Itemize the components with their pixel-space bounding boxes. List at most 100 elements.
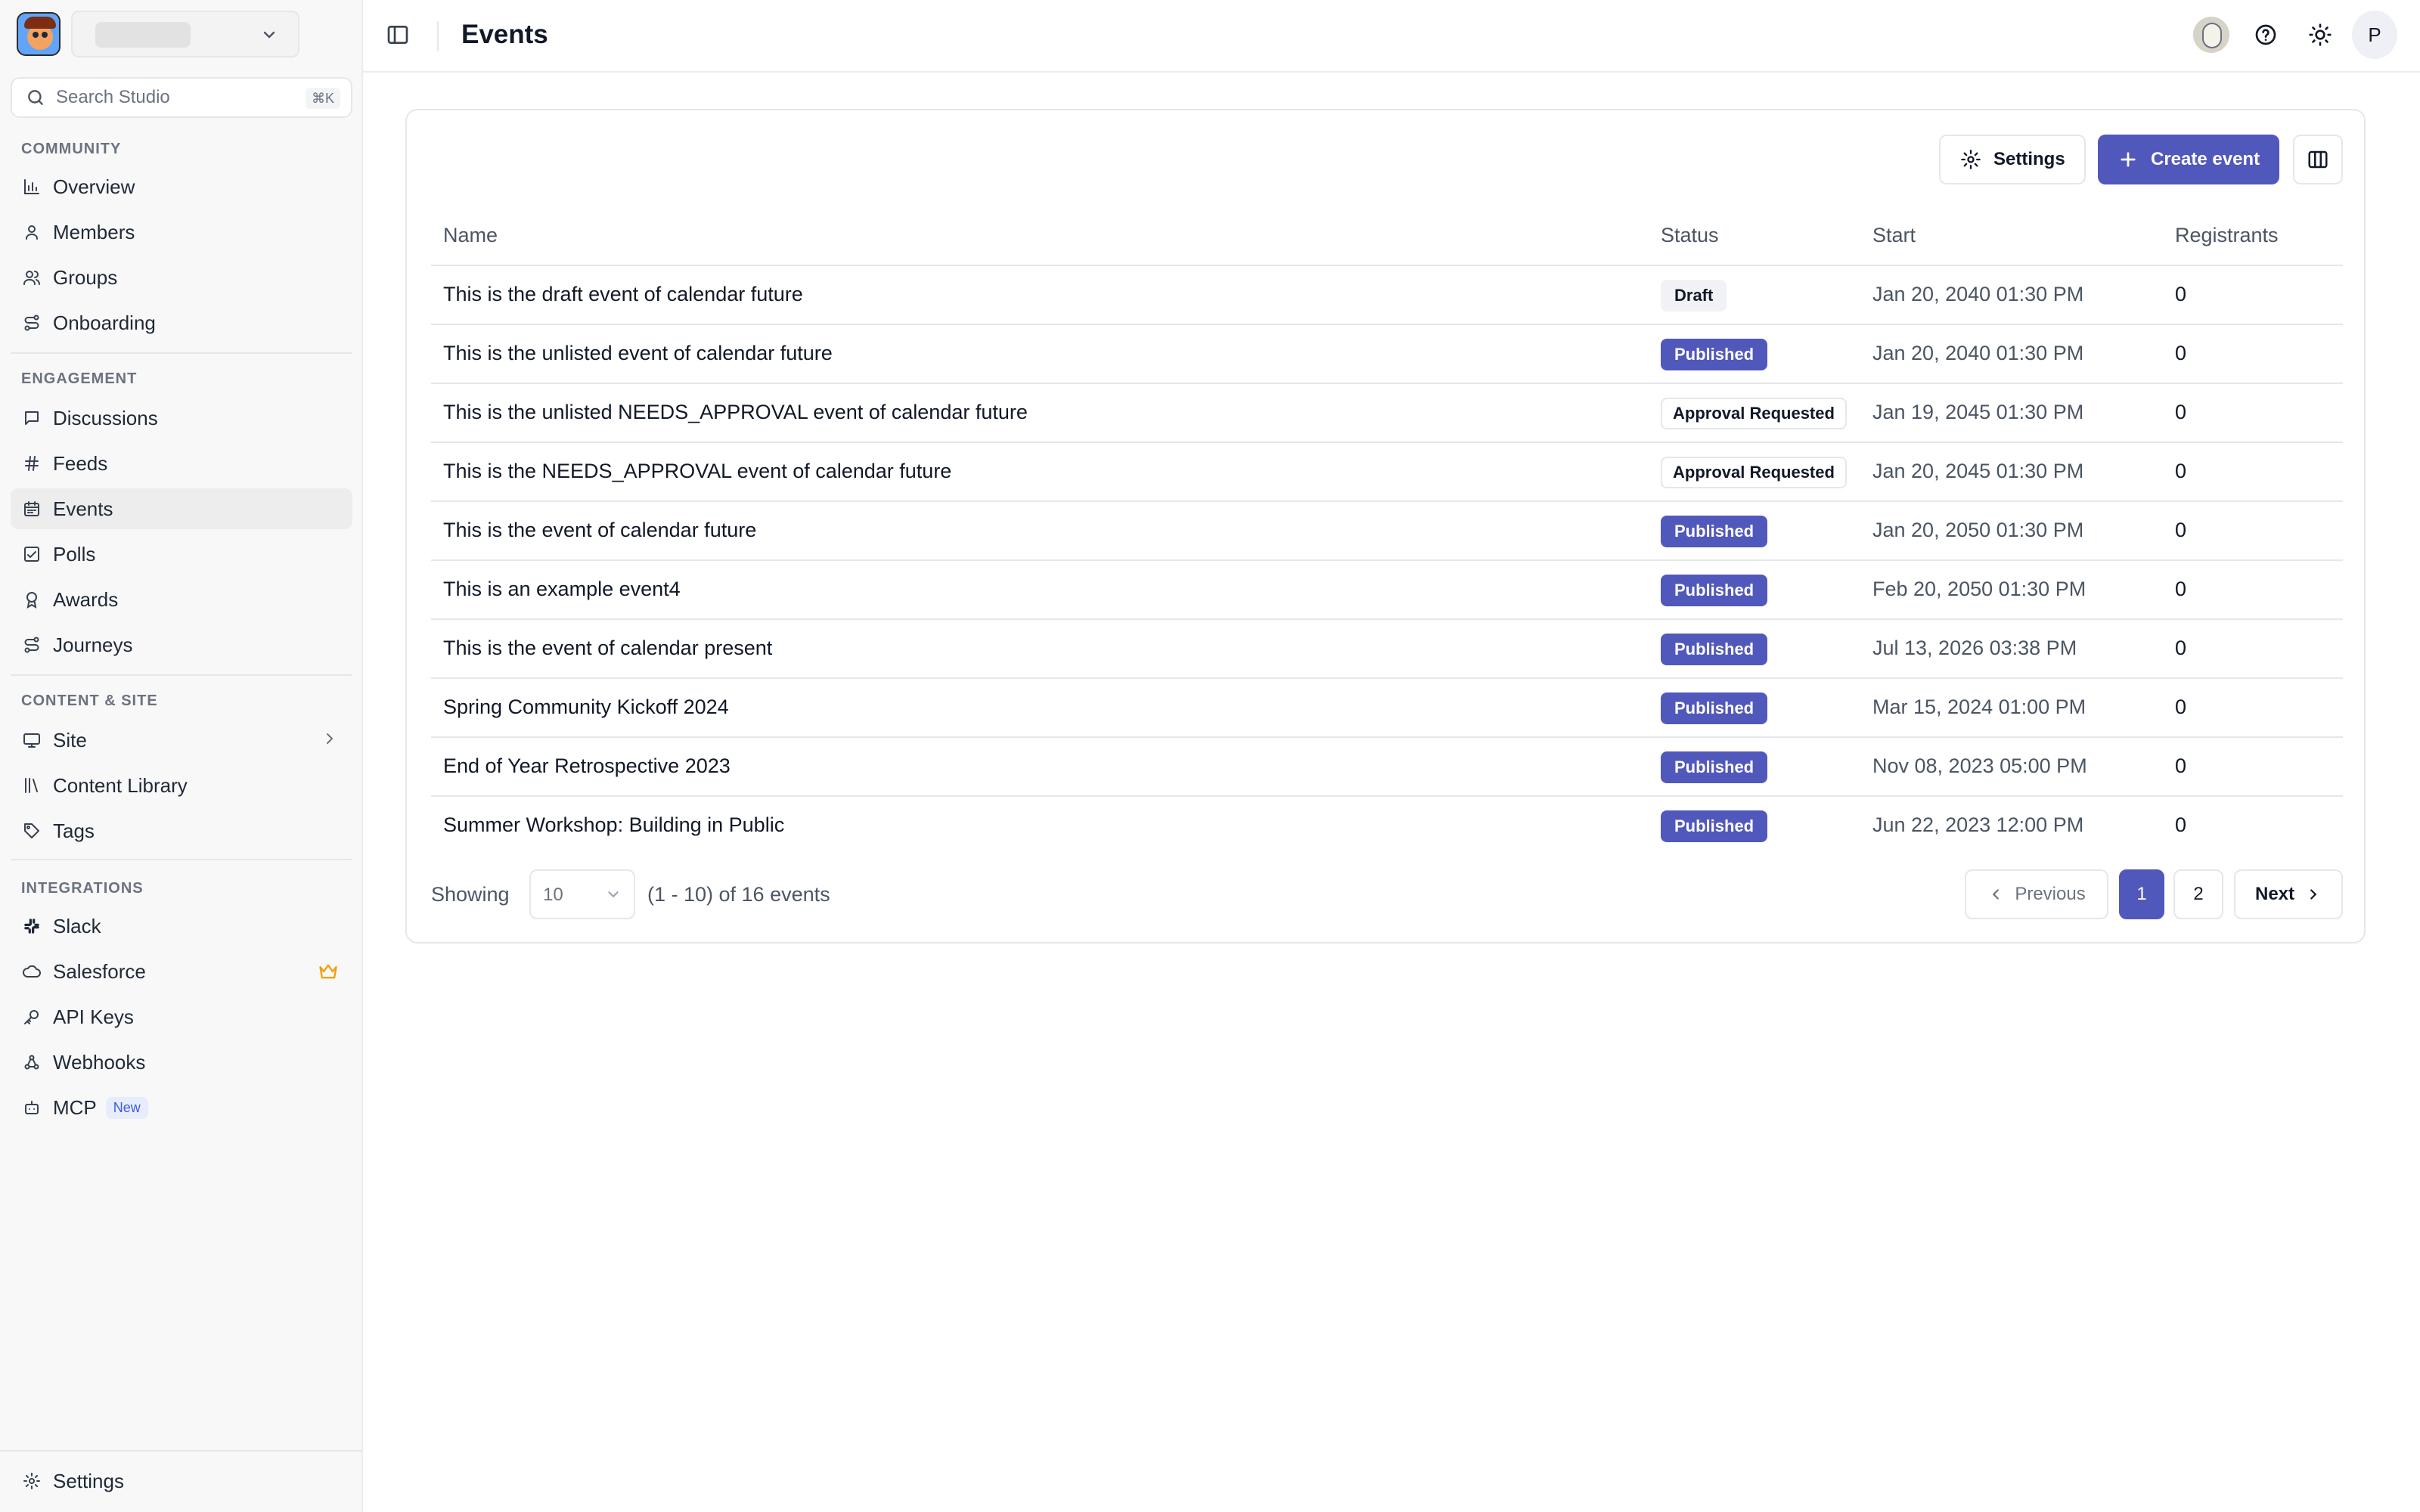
sidebar-item-discussions[interactable]: Discussions [11, 398, 352, 438]
create-event-button[interactable]: Create event [2098, 135, 2279, 184]
sidebar-item-content-library[interactable]: Content Library [11, 765, 352, 806]
sidebar-item-tags[interactable]: Tags [11, 810, 352, 851]
column-header-registrants[interactable]: Registrants [2175, 224, 2279, 247]
user-avatar[interactable]: P [2352, 11, 2397, 59]
sidebar-item-settings[interactable]: Settings [11, 1461, 352, 1501]
table-row[interactable]: This is the NEEDS_APPROVAL event of cale… [431, 443, 2343, 502]
table-row[interactable]: End of Year Retrospective 2023 Published N… [431, 738, 2343, 797]
status-badge: Published [1661, 751, 1768, 783]
start-date-cell: Jan 20, 2040 01:30 PM [1872, 283, 2084, 305]
sidebar-item-label: MCP [53, 1095, 97, 1119]
event-name-cell[interactable]: This is the event of calendar future [443, 519, 756, 542]
sidebar-item-events[interactable]: Events [11, 488, 352, 529]
event-name-cell[interactable]: Summer Workshop: Building in Public [443, 813, 784, 837]
event-name-cell[interactable]: This is an example event4 [443, 578, 681, 601]
registrants-cell: 0 [2175, 754, 2187, 777]
page-title: Events [461, 20, 548, 49]
sidebar-item-label: Content Library [53, 773, 188, 797]
page-2-button[interactable]: 2 [2173, 869, 2223, 919]
sidebar-item-label: Feeds [53, 451, 108, 475]
sidebar-item-label: API Keys [53, 1005, 134, 1028]
status-badge: Published [1661, 575, 1768, 606]
status-cell: Published [1661, 339, 1768, 370]
table-row[interactable]: This is the draft event of calendar futu… [431, 266, 2343, 325]
page-1-button[interactable]: 1 [2119, 869, 2164, 919]
calendar-icon [21, 498, 42, 519]
status-cell: Published [1661, 692, 1768, 724]
theme-toggle-icon[interactable] [2297, 12, 2343, 57]
event-name-cell[interactable]: This is the unlisted event of calendar f… [443, 342, 833, 365]
cloud-icon [21, 961, 42, 982]
event-name-cell[interactable]: This is the event of calendar present [443, 637, 772, 660]
sidebar-item-overview[interactable]: Overview [11, 166, 352, 207]
sidebar-item-mcp[interactable]: MCP New [11, 1087, 352, 1128]
events-card: Settings Create event Name Status Start … [405, 109, 2366, 943]
settings-button[interactable]: Settings [1939, 135, 2086, 184]
sidebar-item-slack[interactable]: Slack [11, 906, 352, 947]
registrants-cell: 0 [2175, 342, 2187, 364]
plus-icon [2121, 152, 2136, 167]
page-size-value: 10 [543, 885, 563, 905]
status-cell: Published [1661, 516, 1768, 547]
workspace-select[interactable] [71, 11, 299, 57]
registrants-cell: 0 [2175, 460, 2187, 482]
page-size-select[interactable]: 10 [529, 869, 635, 919]
next-label: Next [2254, 884, 2295, 904]
table-row[interactable]: Spring Community Kickoff 2024 Published Ma… [431, 679, 2343, 738]
columns-icon [2308, 150, 2328, 169]
status-badge: Published [1661, 339, 1768, 370]
search-icon [28, 90, 43, 105]
table-row[interactable]: This is the unlisted event of calendar f… [431, 325, 2343, 384]
sidebar-item-polls[interactable]: Polls [11, 534, 352, 575]
sidebar-item-site[interactable]: Site [11, 720, 352, 761]
sidebar-item-webhooks[interactable]: Webhooks [11, 1042, 352, 1083]
event-name-cell[interactable]: End of Year Retrospective 2023 [443, 754, 731, 778]
previous-page-button[interactable]: Previous [1965, 869, 2108, 919]
status-badge: Draft [1661, 280, 1727, 311]
sidebar-toggle-icon[interactable] [386, 23, 410, 47]
start-date-cell: Jan 20, 2040 01:30 PM [1872, 342, 2084, 364]
registrants-cell: 0 [2175, 401, 2187, 423]
pagination: Showing 10 (1 - 10) of 16 events Previou… [431, 869, 2343, 919]
search-studio-input[interactable]: Search Studio ⌘K [11, 77, 352, 118]
section-title-integrations: INTEGRATIONS [21, 880, 144, 897]
sidebar-item-label: Events [53, 497, 113, 520]
columns-toggle-button[interactable] [2293, 135, 2343, 184]
key-icon [21, 1006, 42, 1027]
sidebar-item-members[interactable]: Members [11, 212, 352, 253]
table-row[interactable]: This is the unlisted NEEDS_APPROVAL even… [431, 384, 2343, 443]
table-row[interactable]: This is an example event4 Published Feb 20… [431, 561, 2343, 620]
column-header-status[interactable]: Status [1661, 224, 1719, 247]
status-cell: Published [1661, 634, 1768, 665]
table-row[interactable]: Summer Workshop: Building in Public Publi… [431, 797, 2343, 856]
sidebar-item-label: Overview [53, 175, 135, 198]
sidebar-divider [11, 352, 352, 354]
next-page-button[interactable]: Next [2234, 869, 2343, 919]
sidebar-item-label: Discussions [53, 406, 158, 429]
status-badge: Published [1661, 692, 1768, 724]
community-logo[interactable] [17, 12, 60, 56]
chevron-right-icon [327, 733, 334, 744]
start-date-cell: Jan 20, 2050 01:30 PM [1872, 519, 2084, 541]
community-avatar[interactable] [2189, 12, 2234, 57]
table-row[interactable]: This is the event of calendar present Pub… [431, 620, 2343, 679]
sidebar-item-salesforce[interactable]: Salesforce [11, 951, 352, 992]
sidebar-item-label: Awards [53, 587, 119, 611]
column-header-name[interactable]: Name [443, 224, 498, 247]
sidebar-item-api-keys[interactable]: API Keys [11, 996, 352, 1037]
sidebar-item-label: Groups [53, 265, 118, 289]
sidebar-item-groups[interactable]: Groups [11, 257, 352, 298]
event-name-cell[interactable]: This is the NEEDS_APPROVAL event of cale… [443, 460, 951, 483]
sidebar-item-feeds[interactable]: Feeds [11, 443, 352, 484]
table-row[interactable]: This is the event of calendar future Publ… [431, 502, 2343, 561]
event-name-cell[interactable]: Spring Community Kickoff 2024 [443, 696, 729, 719]
sidebar-item-awards[interactable]: Awards [11, 579, 352, 620]
event-name-cell[interactable]: This is the draft event of calendar futu… [443, 283, 803, 306]
sidebar-item-onboarding[interactable]: Onboarding [11, 302, 352, 343]
event-name-cell[interactable]: This is the unlisted NEEDS_APPROVAL even… [443, 401, 1028, 424]
help-icon[interactable] [2243, 12, 2288, 57]
sidebar-item-journeys[interactable]: Journeys [11, 624, 352, 665]
monitor-icon [21, 730, 42, 751]
column-header-start[interactable]: Start [1872, 224, 1916, 247]
slack-icon [21, 916, 42, 937]
